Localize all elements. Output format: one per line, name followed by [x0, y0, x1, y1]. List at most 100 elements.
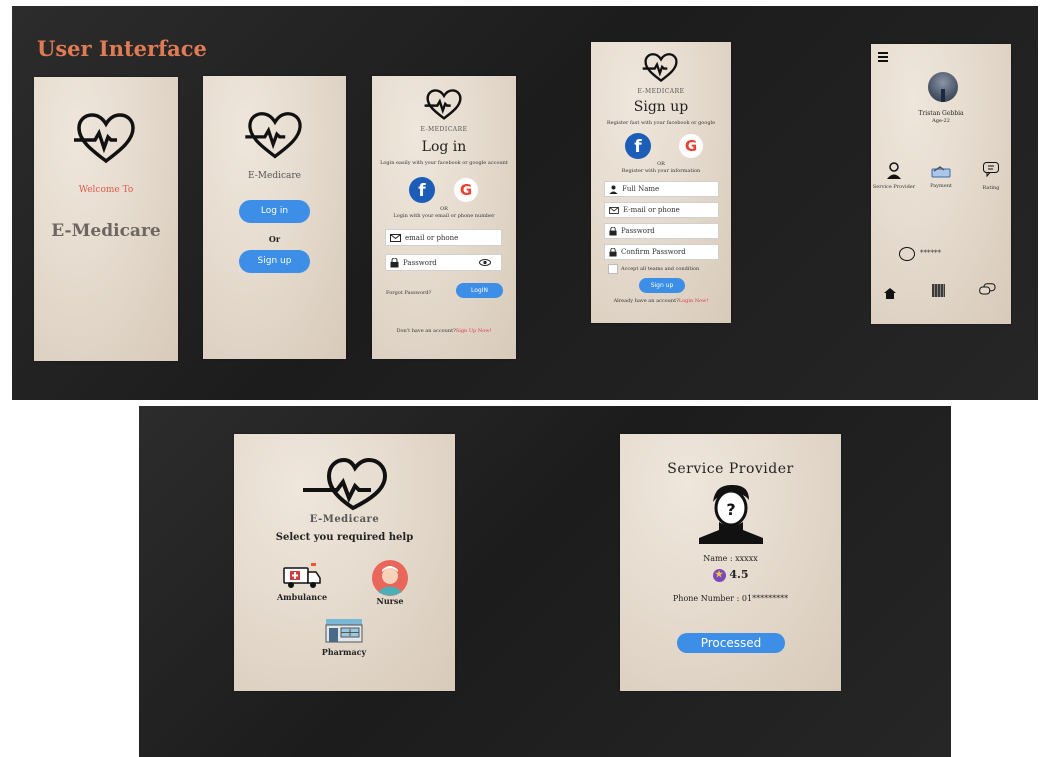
email-placeholder: E-mail or phone	[623, 206, 680, 214]
lock-icon	[609, 247, 617, 256]
pharmacy-icon	[325, 619, 363, 643]
login-button[interactable]: Log in	[239, 200, 310, 223]
service-label: Service Provider	[872, 184, 916, 190]
envelope-icon	[609, 206, 619, 214]
email-placeholder: email or phone	[405, 233, 459, 242]
signup-button[interactable]: Sign up	[239, 250, 310, 273]
lock-icon	[609, 226, 617, 235]
service-label: Payment	[930, 183, 952, 189]
or-label: Or	[268, 234, 281, 244]
provider-title: Service Provider	[667, 461, 794, 477]
heart-logo-icon	[234, 456, 455, 512]
pharmacy-label: Pharmacy	[321, 647, 367, 657]
service-label: Rating	[982, 185, 1000, 191]
provider-phone: Phone Number : 01*********	[672, 594, 789, 603]
service-provider-item[interactable]: Service Provider	[872, 162, 916, 190]
google-icon[interactable]: G	[679, 134, 703, 158]
welcome-screen: Welcome To E-Medicare	[34, 77, 178, 361]
provider-avatar-icon: ?	[620, 482, 841, 544]
user-name: Tristan Gebbia	[918, 110, 964, 117]
help-selection-screen: E-Medicare Select you required help Ambu…	[234, 434, 455, 691]
signup-subtitle: Register fast with your facebook or goog…	[606, 120, 716, 126]
slide-screens-2: E-Medicare Select you required help Ambu…	[139, 406, 951, 757]
chat-icon[interactable]	[979, 283, 996, 296]
rating-value: 4.5	[729, 568, 749, 581]
nurse-icon	[372, 560, 408, 596]
login-title: Log in	[421, 139, 467, 155]
login-screen: E-MEDICARE Log in Login easily with your…	[372, 76, 516, 359]
heart-logo-icon	[372, 88, 516, 122]
eye-icon[interactable]	[479, 259, 491, 266]
provider-rating: ★ 4.5	[620, 568, 841, 582]
provider-name: Name : xxxxx	[703, 554, 758, 563]
processed-button[interactable]: Processed	[677, 633, 785, 653]
hamburger-menu-icon[interactable]	[878, 52, 888, 62]
no-account-text: Don't have an account?	[396, 328, 456, 334]
user-age: Age-22	[932, 118, 950, 124]
alt-signup-text: Register with your information	[621, 168, 701, 174]
password-input[interactable]: Password	[385, 254, 502, 271]
signup-button[interactable]: Sign up	[639, 278, 685, 293]
signup-screen: E-MEDICARE Sign up Register fast with yo…	[591, 42, 731, 323]
nurse-label: Nurse	[376, 596, 404, 606]
ambulance-icon	[283, 563, 321, 588]
heart-logo-icon	[203, 110, 346, 162]
help-icon[interactable]	[899, 247, 915, 261]
slide-title: User Interface	[37, 36, 207, 61]
forgot-password-link[interactable]: Forgot Password?	[386, 290, 431, 296]
nurse-option[interactable]: Nurse	[360, 559, 420, 606]
user-icon	[609, 185, 618, 194]
rating-item[interactable]: Rating	[974, 161, 1008, 191]
payment-item[interactable]: Payment	[923, 165, 959, 189]
signup-prompt: Don't have an account?Sign Up Now!	[372, 328, 516, 334]
confirm-password-placeholder: Confirm Password	[621, 248, 686, 256]
heart-logo-icon	[591, 52, 731, 84]
service-provider-icon	[887, 162, 901, 179]
google-icon[interactable]: G	[454, 178, 478, 202]
full-name-input[interactable]: Full Name	[604, 181, 719, 197]
login-button[interactable]: LogIN	[456, 283, 503, 298]
dashboard-screen: Tristan Gebbia Age-22 Service Provider P…	[871, 44, 1011, 324]
slide-user-interface: User Interface Welcome To E-Medicare E-M…	[12, 6, 1038, 400]
svg-text:?: ?	[726, 500, 735, 519]
facebook-icon[interactable]: f	[409, 177, 435, 203]
pharmacy-option[interactable]: Pharmacy	[314, 617, 374, 657]
login-subtitle: Login easily with your facebook or googl…	[380, 160, 508, 166]
full-name-placeholder: Full Name	[622, 185, 660, 193]
confirm-password-input[interactable]: Confirm Password	[604, 244, 719, 260]
signup-title: Sign up	[633, 99, 689, 115]
welcome-to-label: Welcome To	[78, 185, 134, 195]
password-placeholder: Password	[621, 227, 655, 235]
masked-value: ******	[920, 249, 941, 257]
ambulance-label: Ambulance	[276, 592, 328, 602]
email-input[interactable]: E-mail or phone	[604, 202, 719, 218]
login-link[interactable]: Login Now!	[679, 298, 709, 304]
avatar[interactable]	[928, 72, 958, 102]
alt-login-text: Login with your email or phone number	[393, 213, 495, 219]
help-title: Select you required help	[275, 532, 414, 543]
qr-code-icon[interactable]	[932, 284, 945, 297]
app-name-label: E-Medicare	[248, 171, 301, 181]
lock-icon	[390, 257, 399, 267]
brand-label: E-MEDICARE	[637, 88, 685, 95]
ambulance-option[interactable]: Ambulance	[272, 560, 332, 602]
rating-icon	[983, 162, 999, 177]
password-input[interactable]: Password	[604, 223, 719, 239]
facebook-icon[interactable]: f	[625, 133, 651, 159]
have-account-text: Already have an account?	[613, 298, 679, 304]
email-input[interactable]: email or phone	[385, 229, 502, 246]
signup-link[interactable]: Sign Up Now!	[456, 328, 492, 334]
terms-label: Accept all teams and condition	[621, 266, 700, 272]
home-icon[interactable]	[884, 288, 896, 299]
app-name-label: E-Medicare	[309, 514, 380, 525]
app-name-label: E-Medicare	[51, 221, 161, 241]
star-icon: ★	[712, 568, 726, 582]
or-label: OR	[440, 206, 448, 212]
login-prompt: Already have an account?Login Now!	[591, 298, 731, 304]
envelope-icon	[390, 233, 401, 242]
password-placeholder: Password	[403, 258, 437, 267]
heart-logo-icon	[34, 111, 178, 167]
terms-checkbox[interactable]	[608, 264, 618, 274]
service-provider-screen: Service Provider ? Name : xxxxx ★ 4.5 Ph…	[620, 434, 841, 691]
payment-icon	[931, 166, 951, 178]
